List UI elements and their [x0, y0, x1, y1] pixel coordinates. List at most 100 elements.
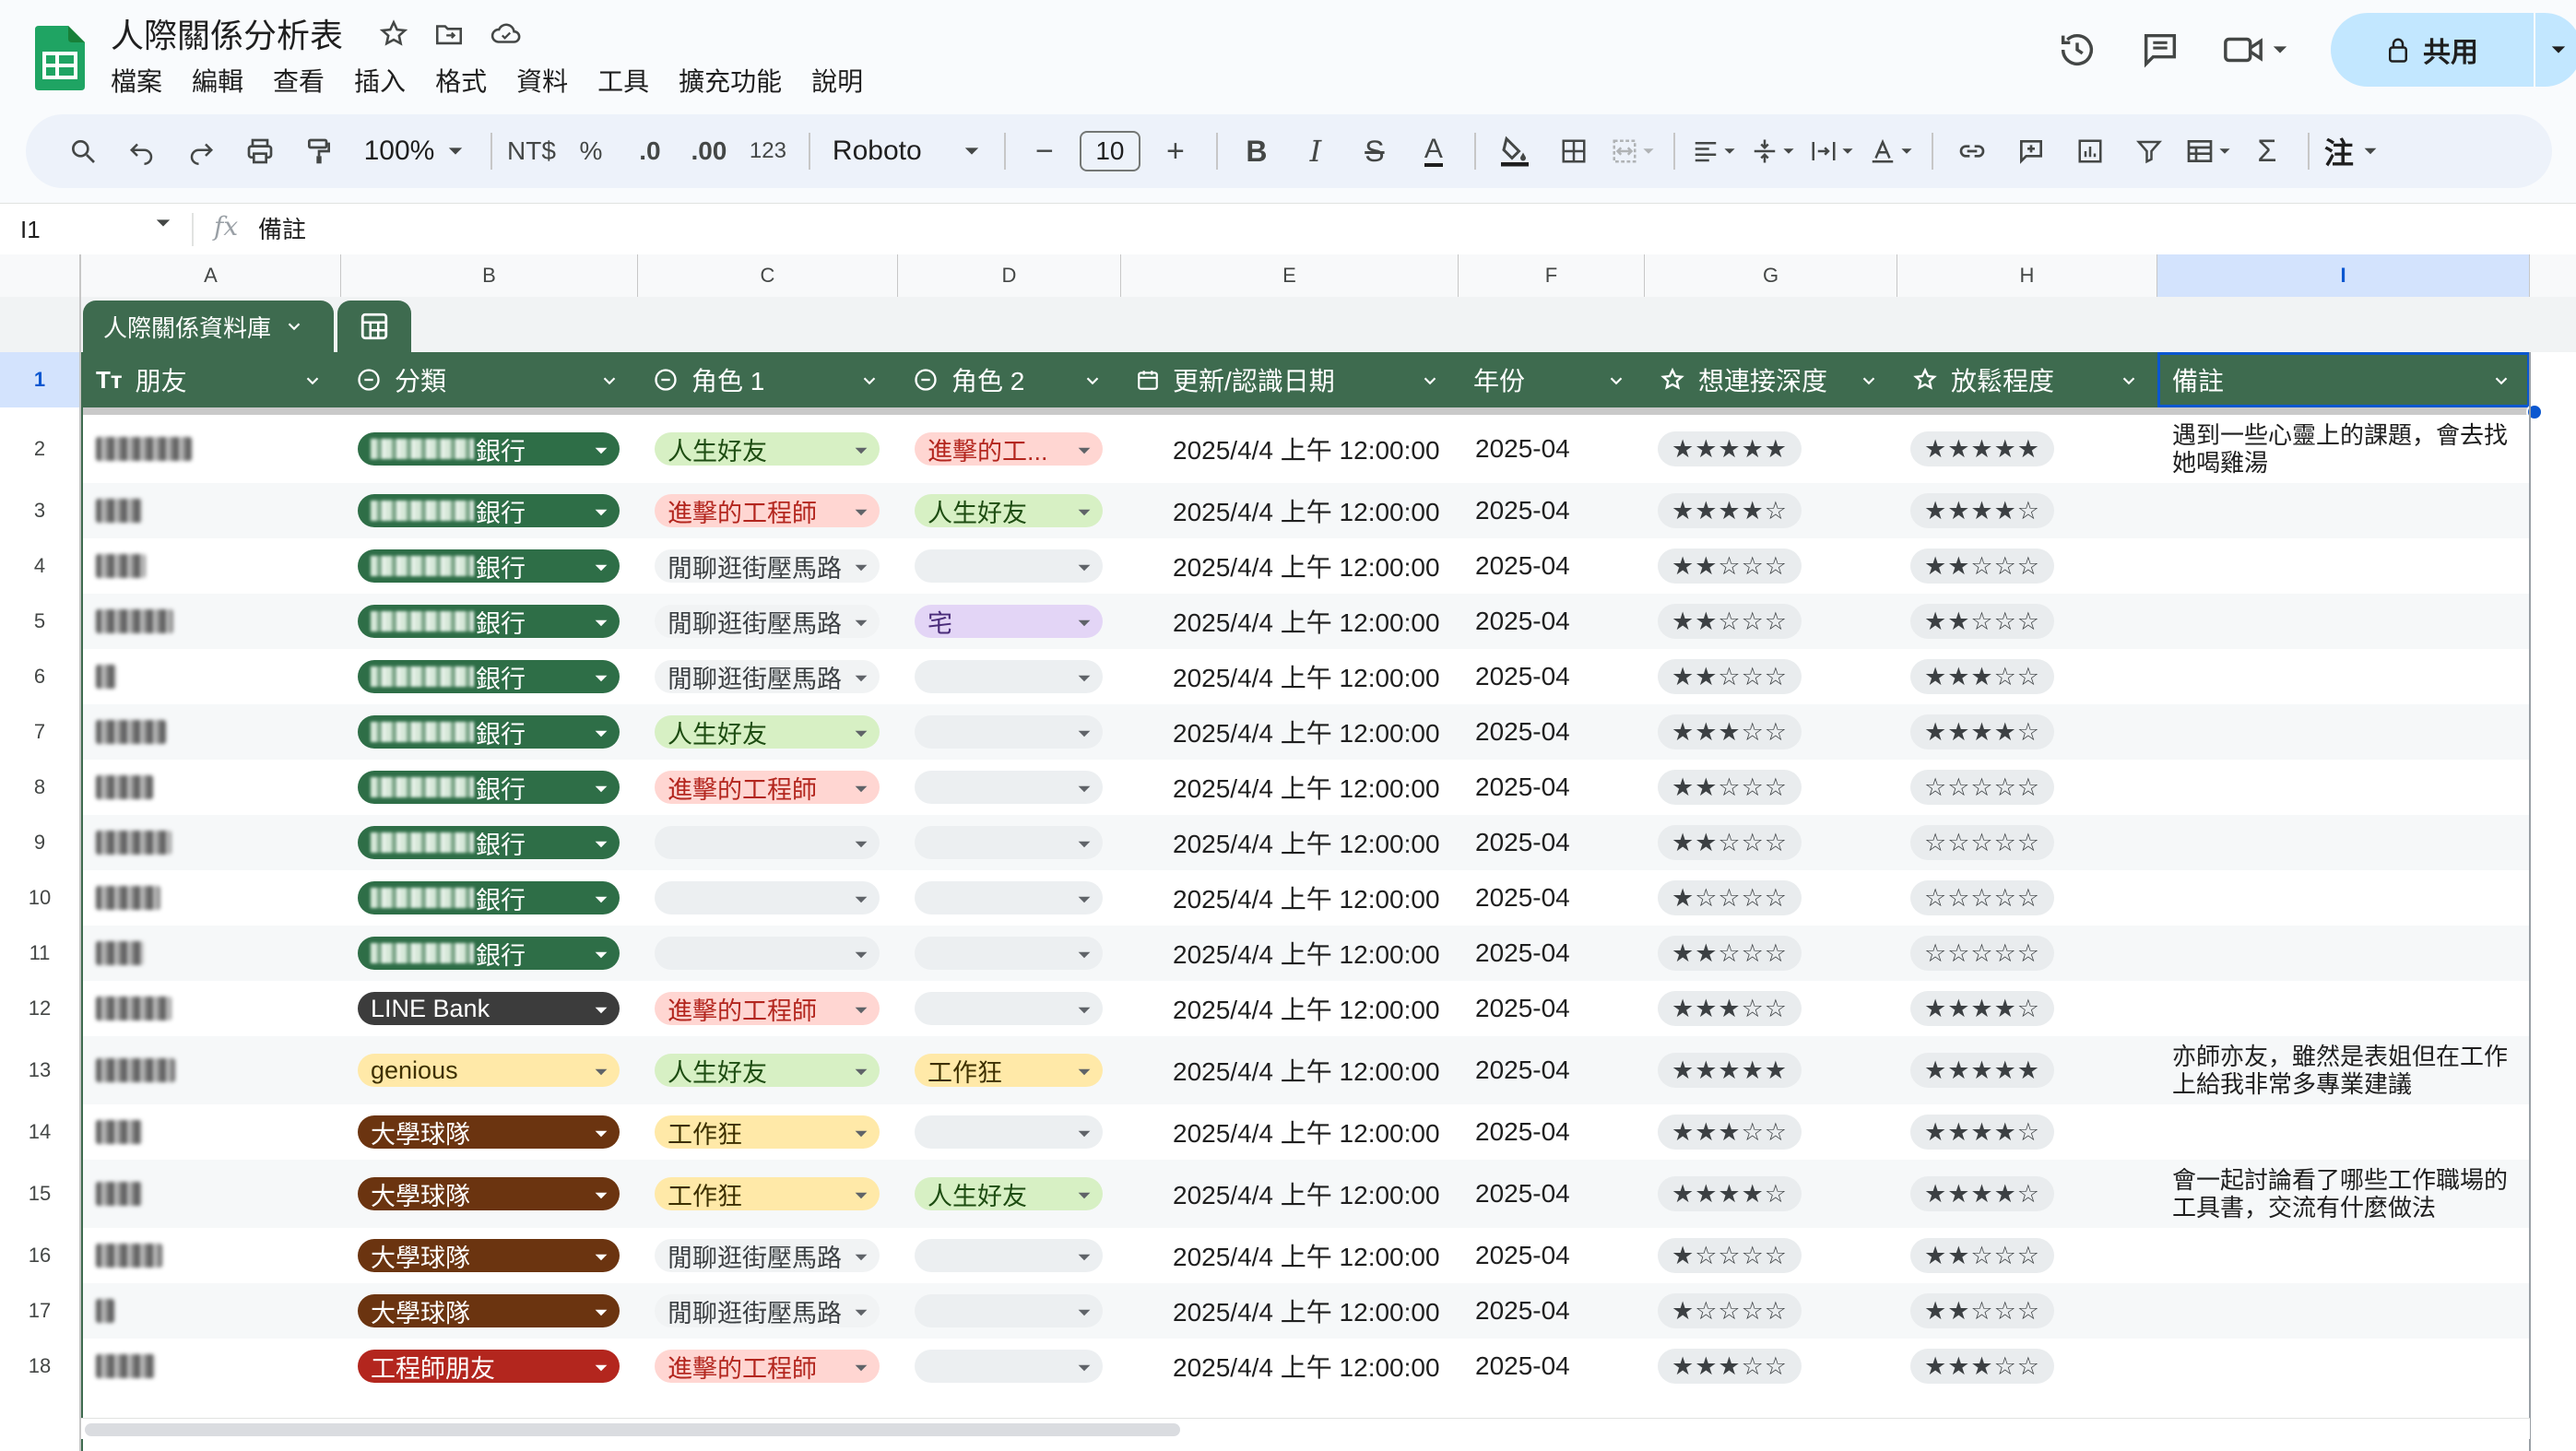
- chevron-down-icon[interactable]: [1082, 371, 1103, 391]
- empty-dropdown-chip[interactable]: [915, 881, 1103, 914]
- notes-cell[interactable]: [2157, 981, 2530, 1036]
- notes-cell[interactable]: 亦師亦友，雖然是表姐但在工作上給我非常多專業建議: [2157, 1036, 2530, 1104]
- star-rating[interactable]: ★★☆☆☆: [1910, 604, 2054, 639]
- category-cell[interactable]: 大學球隊: [341, 1104, 638, 1160]
- notes-cell[interactable]: [2157, 1283, 2530, 1339]
- role1-cell[interactable]: 人生好友: [638, 1036, 898, 1104]
- insert-comment-button[interactable]: [2007, 125, 2055, 177]
- dropdown-chip[interactable]: 閒聊逛街壓馬路: [655, 1294, 880, 1327]
- friend-cell[interactable]: [81, 1160, 341, 1228]
- empty-dropdown-chip[interactable]: [915, 992, 1103, 1025]
- category-cell[interactable]: 銀行: [341, 415, 638, 483]
- relax-rating-cell[interactable]: ★★★★☆: [1897, 1104, 2157, 1160]
- depth-rating-cell[interactable]: ★★★☆☆: [1645, 1339, 1897, 1394]
- dropdown-chip[interactable]: 工作狂: [915, 1054, 1103, 1087]
- notes-cell[interactable]: [2157, 538, 2530, 594]
- dropdown-chip[interactable]: 銀行: [358, 826, 620, 859]
- star-rating[interactable]: ★★★★☆: [1658, 493, 1802, 528]
- table-row[interactable]: 工程師朋友 進擊的工程師 2025/4/4 上午 12:00:00 2025-04 ★★…: [81, 1339, 2530, 1394]
- text-wrapping-button[interactable]: [1808, 125, 1856, 177]
- row-header[interactable]: 4: [0, 538, 79, 594]
- notes-cell[interactable]: [2157, 1228, 2530, 1283]
- role1-cell[interactable]: 人生好友: [638, 704, 898, 760]
- star-rating[interactable]: ★★★★★: [1658, 431, 1802, 466]
- role1-cell[interactable]: 人生好友: [638, 415, 898, 483]
- category-cell[interactable]: 銀行: [341, 704, 638, 760]
- empty-dropdown-chip[interactable]: [655, 881, 880, 914]
- year-cell[interactable]: 2025-04: [1459, 538, 1645, 594]
- star-rating[interactable]: ★★★☆☆: [1658, 714, 1802, 749]
- relax-rating-cell[interactable]: ★★★☆☆: [1897, 649, 2157, 704]
- star-rating[interactable]: ★☆☆☆☆: [1658, 1238, 1802, 1273]
- relax-rating-cell[interactable]: ★★★☆☆: [1897, 1339, 2157, 1394]
- date-cell[interactable]: 2025/4/4 上午 12:00:00: [1121, 870, 1459, 926]
- category-cell[interactable]: 銀行: [341, 870, 638, 926]
- row-header[interactable]: 8: [0, 760, 79, 815]
- star-rating[interactable]: ★★★☆☆: [1658, 1115, 1802, 1150]
- row-header[interactable]: 9: [0, 815, 79, 870]
- category-cell[interactable]: 銀行: [341, 926, 638, 981]
- row-header[interactable]: 14: [0, 1104, 79, 1160]
- row-header[interactable]: 3: [0, 483, 79, 538]
- empty-dropdown-chip[interactable]: [915, 1115, 1103, 1149]
- header-role2[interactable]: 角色 2: [898, 352, 1121, 407]
- category-cell[interactable]: 銀行: [341, 760, 638, 815]
- role1-cell[interactable]: 進擊的工程師: [638, 760, 898, 815]
- dropdown-chip[interactable]: 進擊的工...: [915, 432, 1103, 466]
- header-role1[interactable]: 角色 1: [638, 352, 898, 407]
- table-row[interactable]: 銀行 2025/4/4 上午 12:00:00 2025-04 ★★☆☆☆ ☆☆☆☆☆: [81, 926, 2530, 981]
- star-rating[interactable]: ★★☆☆☆: [1658, 604, 1802, 639]
- empty-dropdown-chip[interactable]: [655, 826, 880, 859]
- friend-cell[interactable]: [81, 981, 341, 1036]
- empty-dropdown-chip[interactable]: [655, 937, 880, 970]
- category-cell[interactable]: 銀行: [341, 815, 638, 870]
- role1-cell[interactable]: 閒聊逛街壓馬路: [638, 1228, 898, 1283]
- table-row[interactable]: 大學球隊 工作狂 人生好友 2025/4/4 上午 12:00:00 2025-04 ★★…: [81, 1160, 2530, 1228]
- table-row[interactable]: 銀行 進擊的工程師 2025/4/4 上午 12:00:00 2025-04 ★★☆☆☆…: [81, 760, 2530, 815]
- star-rating[interactable]: ★★★★★: [1910, 431, 2054, 466]
- row-header[interactable]: 6: [0, 649, 79, 704]
- dropdown-chip[interactable]: LINE Bank: [358, 992, 620, 1025]
- dropdown-chip[interactable]: 大學球隊: [358, 1115, 620, 1149]
- role1-cell[interactable]: 進擊的工程師: [638, 483, 898, 538]
- row-header[interactable]: 5: [0, 594, 79, 649]
- star-rating[interactable]: ★★☆☆☆: [1658, 549, 1802, 584]
- relax-rating-cell[interactable]: ☆☆☆☆☆: [1897, 926, 2157, 981]
- dropdown-chip[interactable]: 閒聊逛街壓馬路: [655, 1239, 880, 1272]
- depth-rating-cell[interactable]: ★☆☆☆☆: [1645, 870, 1897, 926]
- notes-cell[interactable]: [2157, 594, 2530, 649]
- role1-cell[interactable]: 進擊的工程師: [638, 981, 898, 1036]
- dropdown-chip[interactable]: 銀行: [358, 937, 620, 970]
- notes-cell[interactable]: 遇到一些心靈上的課題，會去找她喝雞湯: [2157, 415, 2530, 483]
- star-icon[interactable]: [378, 18, 409, 50]
- role1-cell[interactable]: 工作狂: [638, 1104, 898, 1160]
- date-cell[interactable]: 2025/4/4 上午 12:00:00: [1121, 483, 1459, 538]
- row-header[interactable]: 16: [0, 1228, 79, 1283]
- spreadsheet-grid[interactable]: A B C D E F G H I 人際關係資料庫 1 Tт 朋友 分類 角色 …: [0, 254, 2576, 1451]
- dropdown-chip[interactable]: 閒聊逛街壓馬路: [655, 549, 880, 583]
- italic-button[interactable]: I: [1292, 125, 1340, 177]
- category-cell[interactable]: 大學球隊: [341, 1283, 638, 1339]
- dropdown-chip[interactable]: 銀行: [358, 771, 620, 804]
- input-tools-button[interactable]: 注: [2324, 125, 2378, 177]
- row-header[interactable]: 12: [0, 981, 79, 1036]
- menu-tools[interactable]: 工具: [597, 65, 649, 100]
- friend-cell[interactable]: [81, 1104, 341, 1160]
- depth-rating-cell[interactable]: ★★★☆☆: [1645, 704, 1897, 760]
- role2-cell[interactable]: [898, 870, 1121, 926]
- comments-icon[interactable]: [2139, 29, 2181, 71]
- table-row[interactable]: 大學球隊 閒聊逛街壓馬路 2025/4/4 上午 12:00:00 2025-04 ★☆…: [81, 1228, 2530, 1283]
- version-history-icon[interactable]: [2056, 29, 2098, 71]
- table-row[interactable]: 大學球隊 閒聊逛街壓馬路 2025/4/4 上午 12:00:00 2025-04 ★☆…: [81, 1283, 2530, 1339]
- column-header-e[interactable]: E: [1121, 254, 1459, 297]
- depth-rating-cell[interactable]: ★★☆☆☆: [1645, 926, 1897, 981]
- notes-cell[interactable]: 會一起討論看了哪些工作職場的工具書，交流有什麼做法: [2157, 1160, 2530, 1228]
- depth-rating-cell[interactable]: ★★☆☆☆: [1645, 594, 1897, 649]
- text-color-button[interactable]: A: [1410, 125, 1458, 177]
- category-cell[interactable]: genious: [341, 1036, 638, 1104]
- dropdown-chip[interactable]: 銀行: [358, 660, 620, 693]
- role1-cell[interactable]: 閒聊逛街壓馬路: [638, 594, 898, 649]
- star-rating[interactable]: ★★★☆☆: [1658, 1349, 1802, 1384]
- column-header-i[interactable]: I: [2157, 254, 2530, 297]
- notes-cell[interactable]: [2157, 1104, 2530, 1160]
